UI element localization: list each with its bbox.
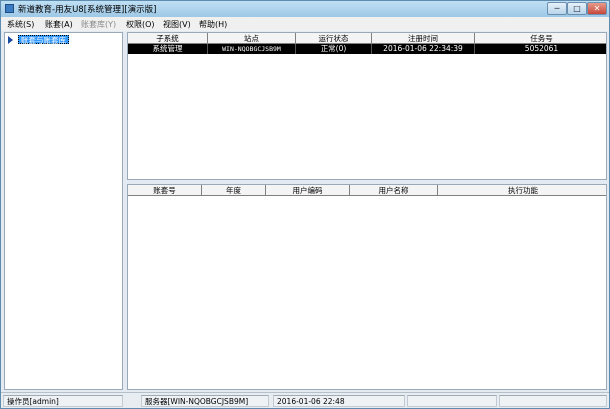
expand-arrow-icon[interactable]: [8, 36, 13, 44]
status-operator: 操作员[admin]: [3, 395, 123, 407]
subsystem-grid: 子系统 站点 运行状态 注册时间 任务号 系统管理 WIN-NQOBGCJSB9…: [127, 32, 607, 180]
app-icon: [5, 4, 14, 13]
column-header-user-code[interactable]: 用户编码: [266, 185, 350, 196]
minimize-icon: ─: [554, 4, 560, 13]
column-header-year[interactable]: 年度: [202, 185, 266, 196]
maximize-icon: □: [573, 4, 581, 13]
subsystem-grid-header: 子系统 站点 运行状态 注册时间 任务号: [128, 33, 606, 44]
menu-account-library[interactable]: 账套库(Y): [81, 19, 116, 30]
menu-account[interactable]: 账套(A): [45, 19, 73, 30]
column-header-status[interactable]: 运行状态: [296, 33, 372, 44]
status-server: 服务器[WIN-NQOBGCJSB9M]: [141, 395, 269, 407]
status-empty-2: [499, 395, 607, 407]
column-header-user-name[interactable]: 用户名称: [350, 185, 438, 196]
column-header-function[interactable]: 执行功能: [438, 185, 608, 196]
tree-item-account-library[interactable]: 账套与账套库: [18, 35, 69, 45]
close-button[interactable]: ✕: [587, 2, 607, 15]
cell-task-number: 5052061: [524, 44, 559, 53]
user-activity-grid: 账套号 年度 用户编码 用户名称 执行功能: [127, 184, 607, 390]
menu-help[interactable]: 帮助(H): [199, 19, 227, 30]
column-header-site[interactable]: 站点: [208, 33, 296, 44]
close-icon: ✕: [593, 4, 601, 13]
menu-bar: 系统(S) 账套(A) 账套库(Y) 权限(O) 视图(V) 帮助(H): [1, 17, 609, 31]
cell-status: 正常(0): [296, 44, 372, 54]
column-header-task-number[interactable]: 任务号: [475, 33, 608, 44]
maximize-button[interactable]: □: [567, 2, 587, 15]
main-window: 新道教育-用友U8[系统管理][演示版] ─ □ ✕ 系统(S) 账套(A) 账…: [0, 0, 610, 409]
column-header-register-time[interactable]: 注册时间: [372, 33, 475, 44]
title-bar[interactable]: 新道教育-用友U8[系统管理][演示版] ─ □ ✕: [1, 1, 609, 17]
menu-permission[interactable]: 权限(O): [126, 19, 155, 30]
account-tree: 账套与账套库: [4, 32, 123, 390]
minimize-button[interactable]: ─: [547, 2, 567, 15]
cell-site: WIN-NQOBGCJSB9M: [208, 44, 296, 54]
cell-register-time: 2016-01-06 22:34:39: [372, 44, 475, 54]
menu-system[interactable]: 系统(S): [7, 19, 34, 30]
cell-subsystem: 系统管理: [128, 44, 208, 54]
status-empty-1: [407, 395, 497, 407]
column-header-account-number[interactable]: 账套号: [128, 185, 202, 196]
menu-view[interactable]: 视图(V): [163, 19, 191, 30]
status-datetime: 2016-01-06 22:48: [273, 395, 405, 407]
status-bar: 操作员[admin] 服务器[WIN-NQOBGCJSB9M] 2016-01-…: [1, 392, 609, 408]
user-activity-grid-header: 账套号 年度 用户编码 用户名称 执行功能: [128, 185, 606, 196]
table-row[interactable]: 系统管理 WIN-NQOBGCJSB9M 正常(0) 2016-01-06 22…: [128, 44, 606, 54]
window-title: 新道教育-用友U8[系统管理][演示版]: [18, 5, 157, 15]
column-header-subsystem[interactable]: 子系统: [128, 33, 208, 44]
